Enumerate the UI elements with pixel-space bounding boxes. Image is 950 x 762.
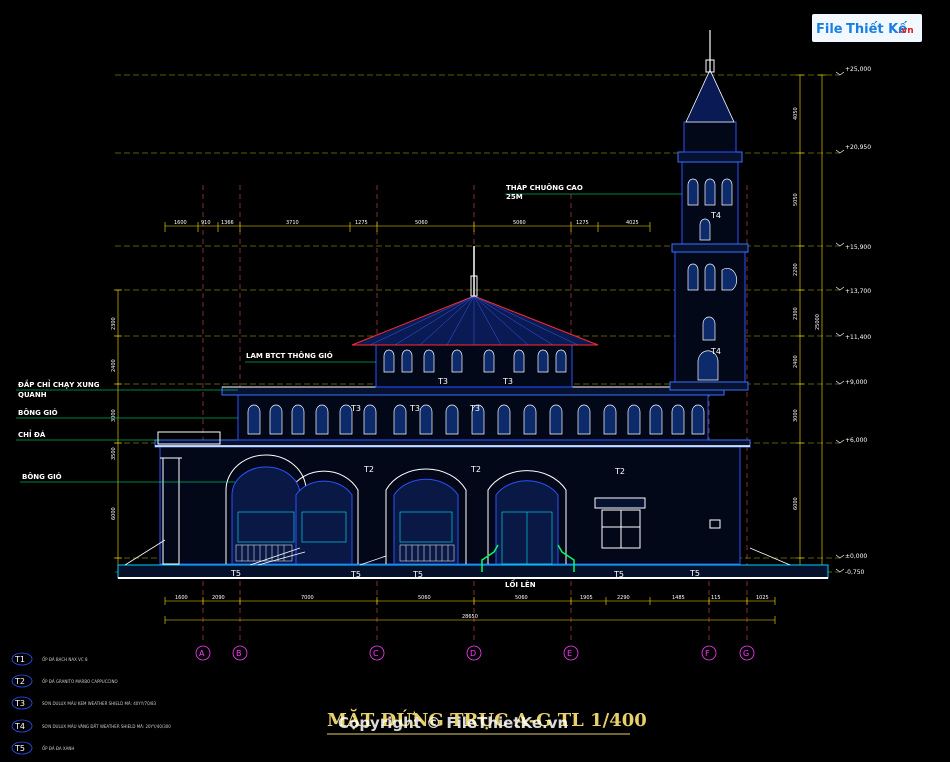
bottom-dim-7: 2290 (617, 595, 630, 601)
site-logo: File Thiết Kế .vn (812, 14, 922, 42)
level-2: +20,950 (845, 144, 871, 151)
bottom-dim-6: 1905 (580, 595, 593, 601)
tag-t3-2: T3 (409, 404, 420, 413)
level-7: +6,000 (845, 437, 867, 444)
top-dim-2: 910 (201, 220, 211, 226)
building-elevation (117, 30, 829, 579)
legend-tag-1: T1 (14, 655, 25, 664)
callout-breeze-top: BÔNG GIÓ (18, 408, 58, 417)
right-dimension-texts: 4050 5050 2200 2300 2400 3000 6000 25000 (793, 107, 821, 510)
material-legend: T1 ỐP ĐÁ BẠCH NAX VC 8 T2 ỐP ĐÁ GRANITO … (11, 652, 171, 755)
tag-t2-2: T2 (470, 465, 481, 474)
top-dim-1: 1600 (174, 220, 187, 226)
left-dim-5: 3500 (111, 447, 117, 460)
top-dimension-texts: 1600 910 1366 3710 1275 5060 5060 1275 4… (174, 220, 639, 226)
legend-text-3: SƠN DULUX MÀU KEM WEATHER SHIELD MÃ: 40Y… (42, 701, 157, 706)
level-5: +11,400 (845, 334, 871, 341)
left-dim-3: 3000 (111, 409, 117, 422)
right-dimension-chain (796, 74, 826, 573)
right-dim-6: 3000 (793, 409, 799, 422)
callout-tower-height: 25M (506, 193, 523, 201)
legend-text-5: ỐP ĐÁ ĐA XANH (42, 746, 74, 751)
grid-d: D (470, 649, 476, 658)
callout-breeze-bottom: BÔNG GIÓ (22, 472, 62, 481)
tag-t5-4: T5 (613, 570, 624, 579)
right-dim-7: 6000 (793, 497, 799, 510)
legend-tag-3: T3 (14, 699, 25, 708)
logo-vn: .vn (898, 26, 914, 36)
grid-f: F (705, 649, 710, 658)
callout-vent: LAM BTCT THÔNG GIÓ (246, 351, 333, 360)
top-dim-6: 5060 (415, 220, 428, 226)
bottom-dim-1: 1600 (175, 595, 188, 601)
grid-c: C (373, 649, 379, 658)
logo-file: File (816, 22, 843, 37)
grid-e: E (567, 649, 572, 658)
right-dim-1: 4050 (793, 107, 799, 120)
tag-t3-5: T3 (502, 377, 513, 386)
tag-t5-2: T5 (350, 570, 361, 579)
bottom-dim-3: 7000 (301, 595, 314, 601)
callout-entrance: LỐI LÊN (505, 579, 536, 589)
left-dim-4: 6000 (111, 507, 117, 520)
bottom-dim-4: 5060 (418, 595, 431, 601)
callout-eave-line2: QUANH (18, 391, 47, 399)
callout-eave-line1: ĐẮP CHỈ CHẠY XUNG (18, 379, 100, 389)
tag-t4-1: T4 (710, 211, 721, 220)
right-dim-3: 2200 (793, 263, 799, 276)
callout-chi-da: CHỈ ĐÁ (18, 429, 46, 439)
top-dim-8: 1275 (576, 220, 589, 226)
top-dim-3: 1366 (221, 220, 234, 226)
level-8: ±0,000 (845, 553, 867, 560)
level-6: +9,000 (845, 379, 867, 386)
bottom-dimension-texts: 1600 2090 7000 5060 5060 1905 2290 1485 … (175, 595, 769, 620)
bottom-dim-10: 1025 (756, 595, 769, 601)
level-3: +15,900 (845, 244, 871, 251)
bottom-dim-9: 115 (711, 595, 721, 601)
legend-tag-4: T4 (14, 722, 25, 731)
legend-tag-5: T5 (14, 744, 25, 753)
bottom-dim-5: 5060 (515, 595, 528, 601)
level-1: +25,000 (845, 66, 871, 73)
bottom-dim-2: 2090 (212, 595, 225, 601)
tag-t5-3: T5 (412, 570, 423, 579)
left-dim-2: 2400 (111, 359, 117, 372)
level-4: +13,700 (845, 288, 871, 295)
bottom-dim-8: 1485 (672, 595, 685, 601)
tag-t3-1: T3 (350, 404, 361, 413)
legend-text-2: ỐP ĐÁ GRANITO MARBO CAPPUCCINO (42, 679, 118, 684)
legend-text-4: SƠN DULUX MÀU VÀNG ĐẤT WEATHER SHIELD MÃ… (42, 724, 171, 729)
right-dim-2: 5050 (793, 193, 799, 206)
top-dim-9: 4025 (626, 220, 639, 226)
legend-tag-2: T2 (14, 677, 25, 686)
left-dim-1: 2300 (111, 317, 117, 330)
right-dim-4: 2300 (793, 307, 799, 320)
top-dim-7: 5060 (513, 220, 526, 226)
tag-t3-3: T3 (469, 404, 480, 413)
left-dimension-chain (114, 289, 122, 572)
legend-text-1: ỐP ĐÁ BẠCH NAX VC 8 (42, 657, 88, 662)
grid-labels: A B C D E F G (199, 649, 749, 658)
bottom-dim-total: 28650 (462, 614, 478, 620)
right-dim-5: 2400 (793, 355, 799, 368)
callout-tower: THÁP CHUÔNG CAO (506, 183, 583, 192)
grid-a: A (199, 649, 205, 658)
level-markers: +25,000 +20,950 +15,900 +13,700 +11,400 … (835, 66, 871, 576)
tag-t2-3: T2 (614, 467, 625, 476)
copyright-watermark: Copyright © FileThietKe.vn (338, 714, 568, 732)
level-9: -0,750 (845, 569, 865, 576)
tag-t4-2: T4 (710, 347, 721, 356)
elevation-drawing: File Thiết Kế .vn 1600 910 1366 3710 127… (11, 14, 922, 755)
tag-t3-4: T3 (437, 377, 448, 386)
grid-b: B (236, 649, 242, 658)
right-dim-total: 25000 (815, 314, 821, 330)
top-dim-4: 3710 (286, 220, 299, 226)
tag-t5-5: T5 (689, 569, 700, 578)
grid-g: G (743, 649, 749, 658)
tag-t5-1: T5 (230, 569, 241, 578)
tag-t2-1: T2 (363, 465, 374, 474)
top-dim-5: 1275 (355, 220, 368, 226)
left-dimension-texts: 2300 2400 3000 6000 3500 (111, 317, 117, 520)
